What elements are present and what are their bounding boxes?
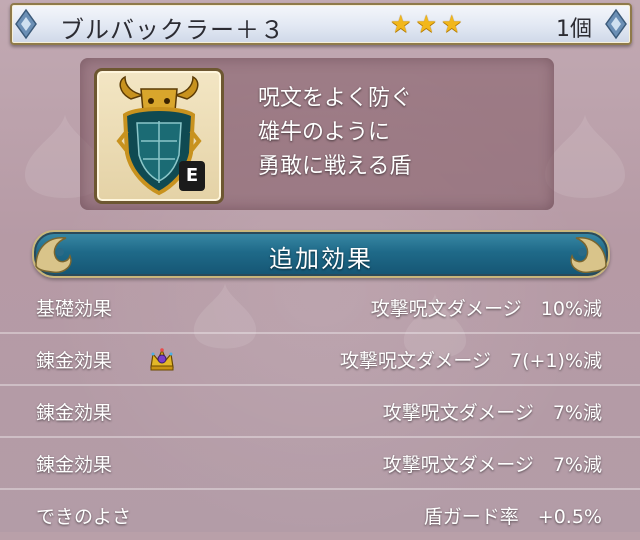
banner-ornament-icon [570,237,607,274]
effect-row: 錬金効果 攻撃呪文ダメージ 7(+1)%減 [0,334,640,386]
description-line: 雄牛のように [258,120,391,145]
effect-label: 錬金効果 [36,401,113,424]
effect-value: 攻撃呪文ダメージ 7(+1)%減 [339,349,602,372]
rarity-stars: ★ ★ ★ [390,11,463,37]
banner-title: 追加効果 [269,245,373,273]
additional-effects-banner: 追加効果 [32,230,610,278]
star-icon: ★ [441,10,463,38]
star-icon: ★ [390,10,412,38]
item-icon-frame[interactable]: E [94,68,224,204]
item-description: 呪文をよく防ぐ 雄牛のように 勇敢に戦える盾 [258,82,412,184]
effect-label: 基礎効果 [36,297,113,320]
effects-list: 基礎効果 攻撃呪文ダメージ 10%減 錬金効果 攻撃呪文ダメージ 7(+1)%減… [0,282,640,540]
effect-row: 錬金効果 攻撃呪文ダメージ 7%減 [0,386,640,438]
effect-value: 攻撃呪文ダメージ 7%減 [382,401,602,424]
effect-value: 攻撃呪文ダメージ 7%減 [382,453,602,476]
effect-row: できのよさ 盾ガード率 +0.5% [0,490,640,540]
effect-label: 錬金効果 [36,349,113,372]
effect-value: 攻撃呪文ダメージ 10%減 [370,297,602,320]
effect-value: 盾ガード率 +0.5% [423,505,602,528]
item-name: ブルバックラー＋３ [60,16,285,44]
crown-icon [150,348,174,371]
item-detail-panel: E 呪文をよく防ぐ 雄牛のように 勇敢に戦える盾 [80,58,554,210]
effect-row: 基礎効果 攻撃呪文ダメージ 10%減 [0,282,640,334]
effect-row: 錬金効果 攻撃呪文ダメージ 7%減 [0,438,640,490]
item-title-bar: ブルバックラー＋３ ★ ★ ★ 1個 [10,3,632,45]
item-quantity: 1個 [556,17,592,42]
effect-label: できのよさ [36,505,132,528]
star-icon: ★ [415,10,438,38]
description-line: 呪文をよく防ぐ [258,86,413,111]
corner-ornament-icon [15,8,37,40]
corner-ornament-icon [605,8,627,40]
equipped-badge: E [179,161,205,191]
effect-label: 錬金効果 [36,453,113,476]
description-line: 勇敢に戦える盾 [258,154,412,179]
